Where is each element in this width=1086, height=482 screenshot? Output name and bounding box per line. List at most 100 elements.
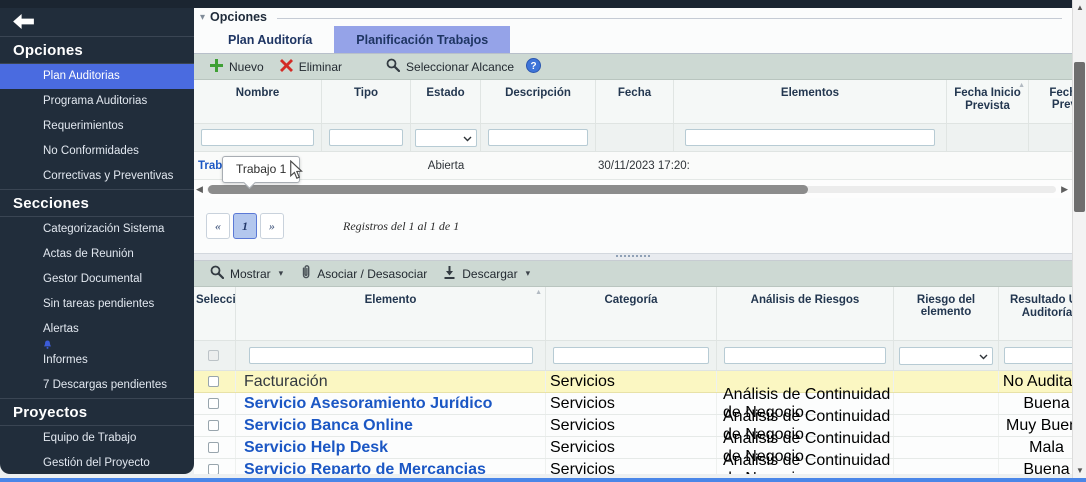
column-header-descripcion[interactable]: Descripción (481, 80, 596, 123)
column-header-fecha-inicio-prevista[interactable]: Fecha Inicio Prevista ▲ (947, 80, 1029, 123)
column-header-nombre[interactable]: Nombre (194, 80, 322, 123)
sidebar-item-equipo-de-trabajo[interactable]: Equipo de Trabajo (0, 426, 194, 451)
dropdown-arrow-icon: ▾ (526, 268, 531, 279)
sidebar-item-programa-auditorias[interactable]: Programa Auditorias (0, 89, 194, 114)
scroll-down-icon[interactable]: ▼ (1073, 466, 1086, 475)
mostrar-button[interactable]: Mostrar ▾ (202, 265, 291, 282)
back-button[interactable] (11, 13, 36, 33)
table1-header: Nombre Tipo Estado Descripción Fecha Ele… (194, 80, 1072, 124)
column-header-elemento[interactable]: Elemento ▲ (236, 287, 546, 340)
elemento-link[interactable]: Servicio Banca Online (244, 417, 413, 435)
svg-text:?: ? (531, 61, 537, 72)
filter-nombre-input[interactable] (201, 129, 314, 146)
riesgo-cell (894, 371, 999, 392)
table-row-asesoramiento-juridico[interactable]: Servicio Asesoramiento Jurídico Servicio… (194, 393, 1072, 415)
riesgo-cell (894, 393, 999, 414)
column-header-fecha[interactable]: Fecha (596, 80, 674, 123)
column-header-riesgo-elemento[interactable]: Riesgo del elemento (894, 287, 999, 340)
hscroll-thumb[interactable] (208, 185, 808, 194)
table1-filter-row (194, 124, 1072, 152)
pagination-last-button[interactable]: » (260, 213, 284, 239)
scroll-right-icon[interactable]: ▶ (1061, 184, 1068, 195)
descargar-label: Descargar (462, 267, 517, 281)
row-checkbox[interactable] (208, 442, 219, 453)
row-checkbox[interactable] (208, 420, 219, 431)
pagination-first-button[interactable]: « (206, 213, 230, 239)
sidebar-item-no-conformidades[interactable]: No Conformidades (0, 139, 194, 164)
filter-elemento-input[interactable] (249, 347, 533, 364)
filter-riesgo-select[interactable] (899, 347, 993, 365)
filter-analisis-input[interactable] (724, 347, 886, 364)
elemento-link[interactable]: Servicio Reparto de Mercancias (244, 461, 486, 475)
filter-elementos-input[interactable] (685, 129, 935, 146)
sort-asc-icon[interactable]: ▲ (535, 289, 542, 296)
table-row-banca-online[interactable]: Servicio Banca Online Servicios Análisis… (194, 415, 1072, 437)
mouse-cursor-icon (289, 160, 303, 185)
window-bottom-edge (0, 478, 1086, 482)
column-header-categoria[interactable]: Categoría (546, 287, 717, 340)
filter-resultado-input[interactable] (1004, 347, 1073, 364)
column-header-tipo[interactable]: Tipo (322, 80, 411, 123)
column-header-elementos[interactable]: Elementos (674, 80, 947, 123)
select-all-checkbox[interactable] (208, 350, 219, 361)
table1-row-trabajo[interactable]: Trabajo 1 Abierta 30/11/2023 17:20: (194, 152, 1072, 180)
riesgo-cell (894, 459, 999, 474)
elemento-link[interactable]: Servicio Help Desk (244, 439, 388, 457)
sidebar-item-sin-tareas-pendientes[interactable]: Sin tareas pendientes (0, 292, 194, 317)
sidebar-item-actas-de-reunion[interactable]: Actas de Reunión (0, 242, 194, 267)
tab-planificacion-trabajos[interactable]: Planificación Trabajos (334, 26, 510, 53)
scroll-left-icon[interactable]: ◀ (196, 184, 203, 195)
categoria-value: Servicios (550, 461, 615, 475)
seleccionar-alcance-button[interactable]: Seleccionar Alcance (378, 58, 522, 75)
sidebar-item-descargas-pendientes[interactable]: 7 Descargas pendientes (0, 373, 194, 398)
filter-descripcion-input[interactable] (488, 129, 588, 146)
splitter-handle-icon[interactable] (616, 255, 650, 259)
filter-tipo-input[interactable] (329, 129, 403, 146)
sidebar-item-gestion-del-proyecto[interactable]: Gestión del Proyecto (0, 451, 194, 474)
column-header-fecha-prevista[interactable]: Fecha Previ (1029, 80, 1072, 123)
tab-plan-auditoria[interactable]: Plan Auditoría (206, 26, 334, 53)
sidebar-item-correctivas-preventivas[interactable]: Correctivas y Preventivas (0, 164, 194, 189)
sidebar-item-alertas[interactable]: Alertas (0, 317, 194, 336)
help-icon[interactable]: ? (526, 58, 541, 76)
column-header-analisis-riesgos[interactable]: Análisis de Riesgos (717, 287, 894, 340)
sort-asc-icon[interactable]: ▲ (1018, 82, 1025, 89)
table-row-reparto-mercancias[interactable]: Servicio Reparto de Mercancias Servicios… (194, 459, 1072, 474)
eliminar-button[interactable]: Eliminar (272, 59, 350, 75)
collapse-triangle-icon[interactable]: ▾ (200, 12, 205, 23)
row-checkbox[interactable] (208, 376, 219, 387)
pagination-page-1-button[interactable]: 1 (233, 213, 257, 239)
column-header-resultado[interactable]: Resultado Últ Auditoría (999, 287, 1072, 340)
row-checkbox[interactable] (208, 464, 219, 474)
filter-categoria-input[interactable] (553, 347, 709, 364)
riesgo-cell (894, 437, 999, 458)
asociar-desasociar-button[interactable]: Asociar / Desasociar (291, 264, 435, 283)
plus-icon (210, 59, 223, 75)
filter-estado-select[interactable] (415, 129, 477, 147)
sidebar-item-informes[interactable]: Informes (0, 348, 194, 373)
nuevo-button[interactable]: Nuevo (202, 59, 272, 75)
search-icon (386, 58, 400, 75)
descargar-button[interactable]: Descargar ▾ (435, 265, 538, 282)
sidebar-item-plan-auditorias[interactable]: Plan Auditorias (0, 64, 194, 89)
column-header-seleccionar[interactable]: Seleccionar (194, 287, 236, 340)
vscroll-thumb[interactable] (1074, 62, 1085, 212)
chevron-down-icon (463, 136, 472, 142)
vertical-scrollbar[interactable]: ▲ ▼ (1072, 0, 1086, 482)
resultado-label: Resultado Últ Auditoría (999, 294, 1072, 320)
column-header-estado[interactable]: Estado (411, 80, 481, 123)
search-icon (210, 265, 224, 282)
row-checkbox[interactable] (208, 398, 219, 409)
table-row-help-desk[interactable]: Servicio Help Desk Servicios Análisis de… (194, 437, 1072, 459)
resultado-value: Mala (1029, 439, 1064, 457)
tab-bar: Plan Auditoría Planificación Trabajos (194, 26, 1072, 54)
sidebar-item-categorizacion-sistema[interactable]: Categorización Sistema (0, 217, 194, 242)
horizontal-scrollbar[interactable]: ◀ ▶ (194, 180, 1072, 198)
scroll-up-icon[interactable]: ▲ (1073, 3, 1086, 12)
fecha-value: 30/11/2023 17:20: (598, 160, 690, 172)
table-row-facturacion[interactable]: Facturación Servicios No Auditado (194, 371, 1072, 393)
sidebar-item-requerimientos[interactable]: Requerimientos (0, 114, 194, 139)
toolbar-elementos: Mostrar ▾ Asociar / Desasociar Descargar… (194, 261, 1072, 287)
sidebar-item-gestor-documental[interactable]: Gestor Documental (0, 267, 194, 292)
elemento-link[interactable]: Servicio Asesoramiento Jurídico (244, 395, 492, 413)
